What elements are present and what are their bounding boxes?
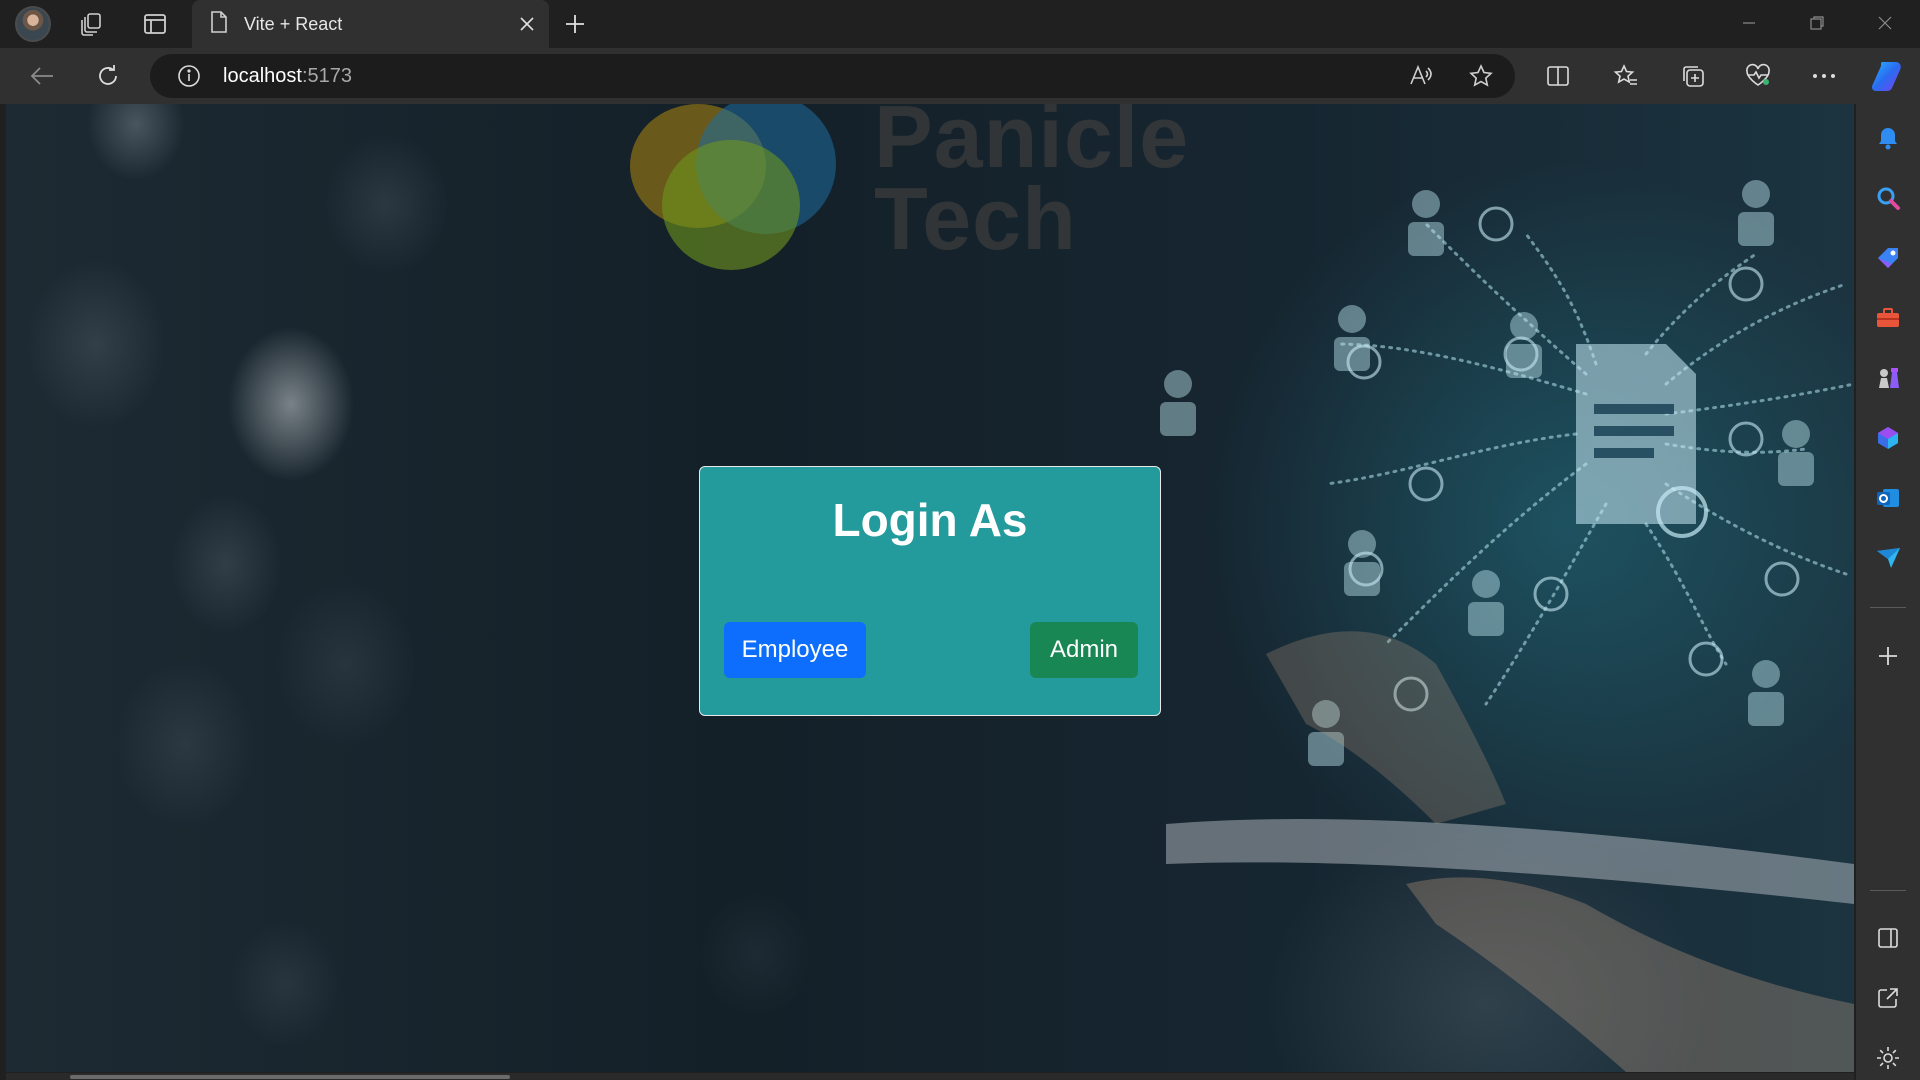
tab-bar: Vite + React: [0, 0, 1920, 48]
page-viewport: Panicle Tech Login As Employee Admin: [6, 104, 1854, 1072]
split-screen-icon[interactable]: [1540, 58, 1576, 94]
sidebar-divider: [1870, 890, 1906, 891]
vertical-tabs-icon[interactable]: [139, 8, 171, 40]
favorites-icon[interactable]: [1608, 58, 1644, 94]
collections-icon[interactable]: [1675, 58, 1711, 94]
browser-sidebar: [1856, 104, 1920, 1080]
network-illustration: [1160, 180, 1854, 1072]
toolbox-icon[interactable]: [1870, 300, 1906, 336]
favorite-star-icon[interactable]: [1465, 60, 1497, 92]
browser-essentials-icon[interactable]: [1740, 58, 1776, 94]
settings-icon[interactable]: [1870, 1040, 1906, 1076]
page-icon: [208, 10, 230, 39]
more-options-icon[interactable]: [1806, 58, 1842, 94]
external-link-icon[interactable]: [1870, 980, 1906, 1016]
new-tab-icon[interactable]: [559, 8, 591, 40]
split-panel-icon[interactable]: [1870, 920, 1906, 956]
bell-icon[interactable]: [1870, 120, 1906, 156]
address-bar[interactable]: localhost:5173: [150, 54, 1515, 98]
restore-icon[interactable]: [1794, 8, 1840, 38]
login-card: Login As Employee Admin: [699, 466, 1161, 716]
profile-avatar[interactable]: [15, 6, 51, 42]
send-icon[interactable]: [1870, 540, 1906, 576]
horizontal-scrollbar[interactable]: [6, 1073, 1854, 1080]
copilot-app-icon[interactable]: [1870, 420, 1906, 456]
scrollbar-thumb[interactable]: [70, 1075, 510, 1079]
close-tab-icon[interactable]: [513, 10, 541, 38]
employee-login-button[interactable]: Employee: [724, 622, 866, 678]
bg-circle-green: [662, 140, 800, 270]
tab-active[interactable]: Vite + React: [192, 0, 549, 48]
tag-icon[interactable]: [1870, 240, 1906, 276]
url-port: :5173: [301, 65, 352, 87]
read-aloud-icon[interactable]: [1405, 60, 1437, 92]
navigation-bar: localhost:5173: [0, 48, 1920, 104]
workspaces-icon[interactable]: [76, 8, 108, 40]
site-info-icon[interactable]: [173, 60, 205, 92]
admin-login-button[interactable]: Admin: [1030, 622, 1138, 678]
add-icon[interactable]: [1870, 638, 1906, 674]
search-icon[interactable]: [1870, 180, 1906, 216]
close-window-icon[interactable]: [1862, 8, 1908, 38]
login-title: Login As: [832, 494, 1028, 546]
url-text[interactable]: localhost:5173: [223, 65, 352, 88]
sidebar-divider: [1870, 607, 1906, 608]
tab-title: Vite + React: [244, 13, 343, 34]
back-icon[interactable]: [24, 58, 60, 94]
minimize-icon[interactable]: [1726, 8, 1772, 38]
copilot-icon[interactable]: [1868, 56, 1908, 96]
url-host: localhost: [223, 65, 302, 87]
chess-icon[interactable]: [1870, 360, 1906, 396]
outlook-icon[interactable]: [1870, 480, 1906, 516]
refresh-icon[interactable]: [90, 58, 126, 94]
